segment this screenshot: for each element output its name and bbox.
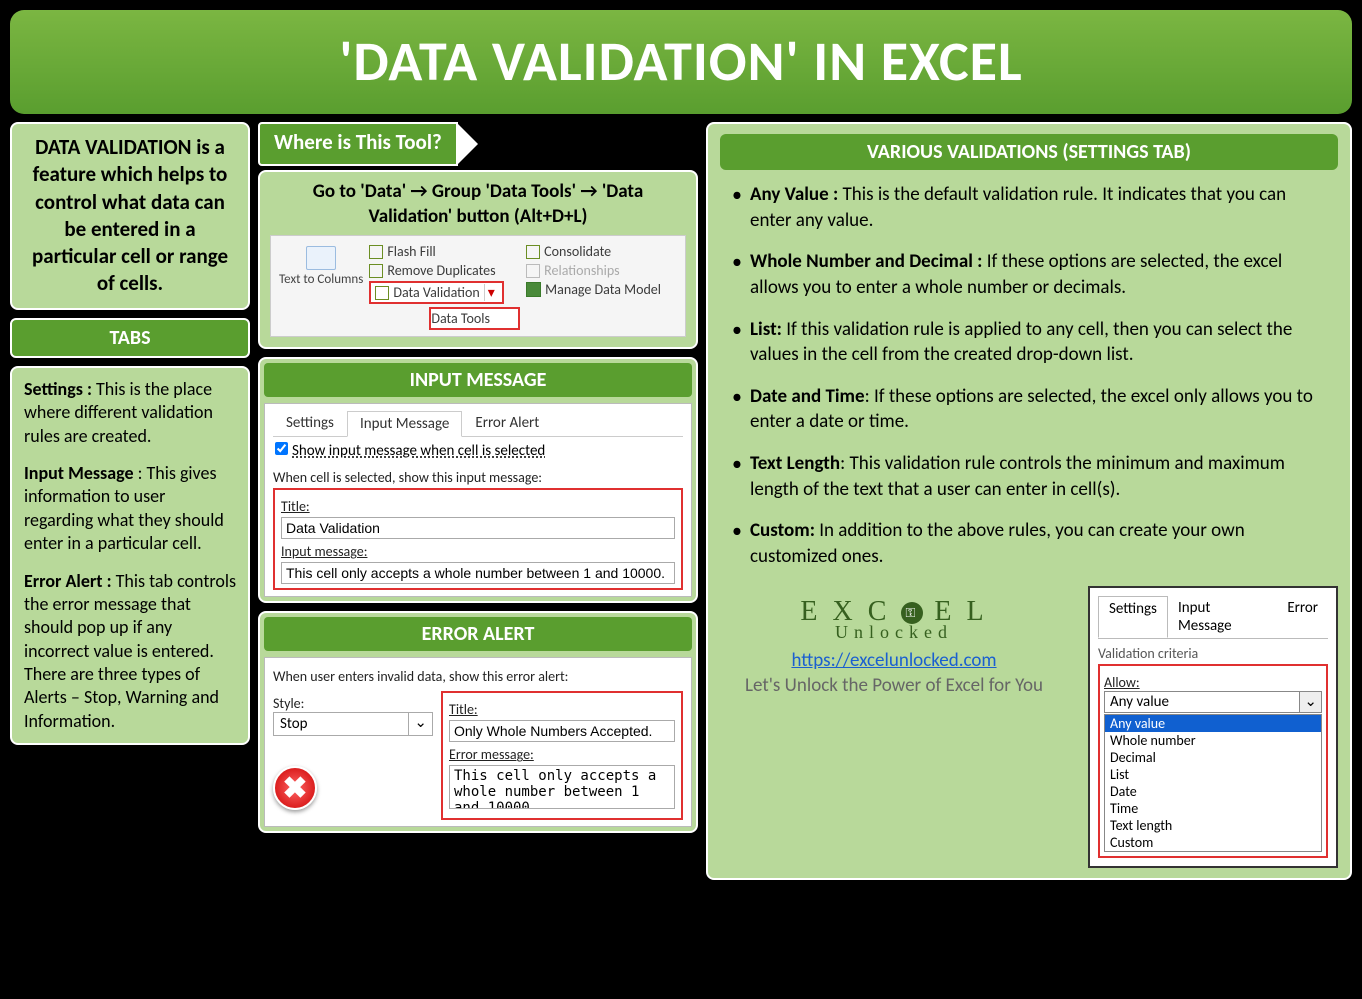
error-alert-panel: ERROR ALERT When user enters invalid dat… [258,611,698,833]
dropdown-option[interactable]: Any value [1105,715,1321,732]
list-item: Custom: In addition to the above rules, … [728,518,1330,569]
key-icon: ⚿ [901,602,923,624]
err-msg-label: Error message: [449,746,675,763]
brand-link[interactable]: https://excelunlocked.com [720,649,1068,672]
brand-block: E X C ⚿ E L Unlocked https://excelunlock… [720,596,1068,697]
dropdown-option[interactable]: Text length [1105,817,1321,834]
list-item: List: If this validation rule is applied… [728,317,1330,368]
stop-error-icon: ✖ [273,766,317,810]
where-arrow-icon [456,122,478,166]
consolidate-button[interactable]: Consolidate [526,242,677,261]
page-title-bar: 'DATA VALIDATION' IN EXCEL [10,10,1352,114]
ribbon-mock: Text to Columns Flash Fill Remove Duplic… [270,235,686,337]
data-tools-group-label: Data Tools [429,307,520,330]
data-validation-button[interactable]: Data Validation▾ [369,281,503,304]
data-validation-icon [375,286,389,300]
dropdown-option[interactable]: Decimal [1105,749,1321,766]
remove-duplicates-icon [369,264,383,278]
brand-tagline: Let's Unlock the Power of Excel for You [720,674,1068,697]
tabs-settings: Settings : This is the place where diffe… [24,378,236,448]
style-dropdown[interactable]: Stop⌄ [273,712,433,736]
flash-fill-icon [369,245,383,259]
where-label: Where is This Tool? [258,122,458,166]
flash-fill-button[interactable]: Flash Fill [369,242,520,261]
settings-tab-settings[interactable]: Settings [1098,596,1168,638]
error-when-label: When user enters invalid data, show this… [273,668,683,685]
manage-data-model-icon [526,282,541,297]
when-selected-label: When cell is selected, show this input m… [273,469,683,486]
input-message-panel: INPUT MESSAGE Settings Input Message Err… [258,357,698,603]
relationships-button[interactable]: Relationships [526,261,677,280]
text-to-columns-label: Text to Columns [279,272,363,287]
title-field[interactable] [281,517,675,539]
allow-label: Allow: [1104,674,1322,691]
tabs-erroralert: Error Alert : This tab controls the erro… [24,570,236,734]
dropdown-option[interactable]: Date [1105,783,1321,800]
tabs-header: TABS [10,318,250,358]
dropdown-option[interactable]: List [1105,766,1321,783]
settings-tab-inputmsg[interactable]: Input Message [1168,596,1277,638]
style-label: Style: [273,695,433,712]
various-header: VARIOUS VALIDATIONS (SETTINGS TAB) [720,134,1338,170]
remove-duplicates-button[interactable]: Remove Duplicates [369,261,520,280]
show-input-message-label: Show input message when cell is selected [292,442,545,460]
show-input-message-checkbox[interactable] [275,442,288,455]
text-to-columns-icon [306,246,336,270]
page-title: 'DATA VALIDATION' IN EXCEL [10,28,1352,96]
list-item: Date and Time: If these options are sele… [728,384,1330,435]
where-path: Go to 'Data' → Group 'Data Tools' → 'Dat… [270,180,686,229]
consolidate-icon [526,245,540,259]
err-title-label: Title: [449,701,675,718]
settings-tab-error[interactable]: Error [1277,596,1328,638]
chevron-down-icon: ⌄ [1299,692,1321,712]
tabs-inputmsg: Input Message : This gives information t… [24,462,236,556]
input-message-header: INPUT MESSAGE [264,363,692,397]
validation-criteria-label: Validation criteria [1098,645,1328,662]
err-msg-field[interactable]: This cell only accepts a whole number be… [449,765,675,809]
intro-panel: DATA VALIDATION is a feature which helps… [10,122,250,310]
chevron-down-icon: ⌄ [408,713,432,735]
allow-dropdown-list: Any value Whole number Decimal List Date… [1104,714,1322,852]
list-item: Any Value : This is the default validati… [728,182,1330,233]
brand-logo-sub: Unlocked [720,622,1068,643]
tab-settings[interactable]: Settings [273,410,347,436]
validations-list: Any Value : This is the default validati… [720,182,1338,570]
dropdown-option[interactable]: Custom [1105,834,1321,851]
tabs-panel: Settings : This is the place where diffe… [10,366,250,745]
list-item: Whole Number and Decimal : If these opti… [728,249,1330,300]
tab-input-message[interactable]: Input Message [347,411,462,437]
relationships-icon [526,264,540,278]
intro-text: DATA VALIDATION is a feature which helps… [24,134,236,298]
input-msg-field[interactable] [281,562,675,584]
various-panel: VARIOUS VALIDATIONS (SETTINGS TAB) Any V… [706,122,1352,880]
text-to-columns-button[interactable]: Text to Columns [279,242,363,330]
middle-column: Where is This Tool? Go to 'Data' → Group… [258,122,698,880]
dropdown-option[interactable]: Whole number [1105,732,1321,749]
error-alert-dialog: When user enters invalid data, show this… [264,657,692,827]
dropdown-option[interactable]: Time [1105,800,1321,817]
left-column: DATA VALIDATION is a feature which helps… [10,122,250,880]
error-alert-header: ERROR ALERT [264,617,692,651]
allow-dropdown[interactable]: Any value⌄ [1104,691,1322,713]
manage-data-model-button[interactable]: Manage Data Model [526,280,677,299]
tab-error-alert[interactable]: Error Alert [462,410,552,436]
input-message-dialog: Settings Input Message Error Alert Show … [264,403,692,597]
data-validation-dropdown-icon[interactable]: ▾ [484,284,498,301]
right-column: VARIOUS VALIDATIONS (SETTINGS TAB) Any V… [706,122,1352,880]
settings-dialog-mock: Settings Input Message Error Validation … [1088,586,1338,868]
list-item: Text Length: This validation rule contro… [728,451,1330,502]
where-section: Where is This Tool? Go to 'Data' → Group… [258,122,698,349]
err-title-field[interactable] [449,720,675,742]
title-label: Title: [281,498,675,515]
input-msg-label: Input message: [281,543,675,560]
